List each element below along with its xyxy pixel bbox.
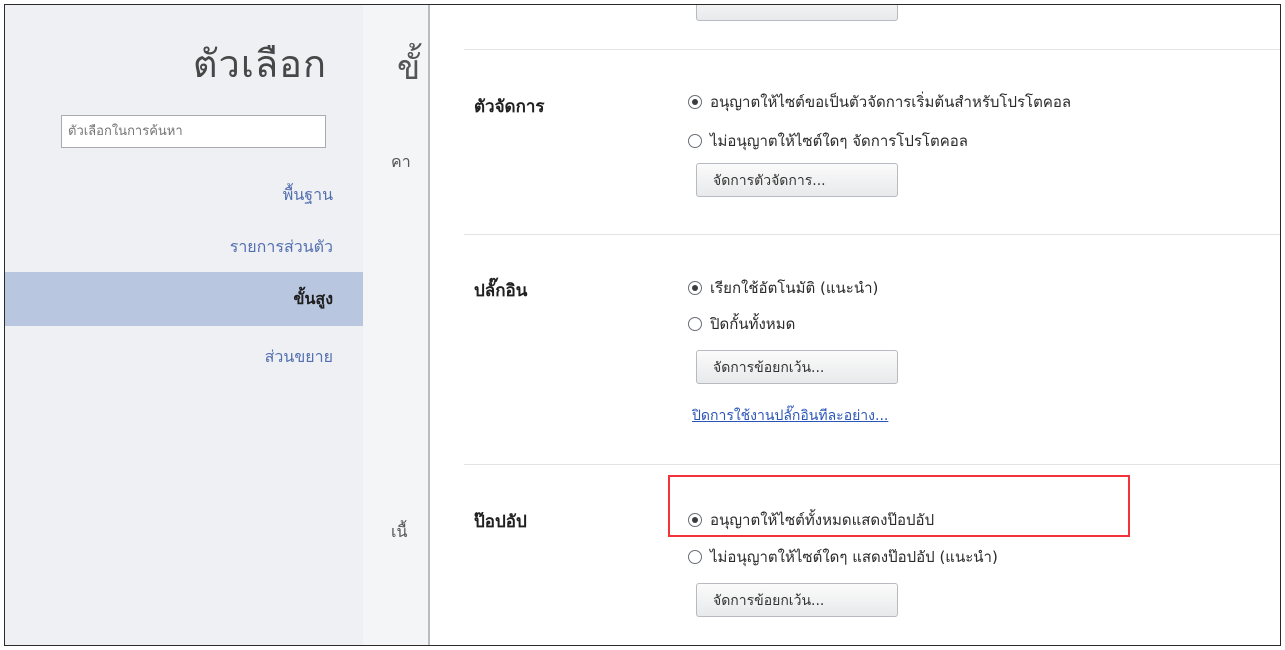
sidebar-item-advanced[interactable]: ขั้นสูง	[5, 272, 363, 326]
search-options-input[interactable]	[61, 115, 326, 148]
plugins-manage-exceptions-button[interactable]: จัดการข้อยกเว้น...	[696, 350, 898, 384]
plugins-section-title: ปลั๊กอิน	[474, 281, 528, 301]
top-cutoff-button[interactable]	[696, 5, 898, 21]
handlers-deny-option[interactable]: ไม่อนุญาตให้ไซต์ใดๆ จัดการโปรโตคอล	[688, 129, 968, 153]
page-heading-gutter: ขั้ คา เนื้	[363, 5, 429, 645]
radio-selected-icon[interactable]	[688, 281, 702, 295]
plugins-block-all-option[interactable]: ปิดกั้นทั้งหมด	[688, 312, 795, 336]
options-sidebar: ตัวเลือก พื้นฐาน รายการส่วนตัว ขั้นสูง ส…	[5, 5, 364, 645]
radio-unselected-icon[interactable]	[688, 317, 702, 331]
plugins-run-automatically-option[interactable]: เรียกใช้อัตโนมัติ (แนะนำ)	[688, 276, 878, 300]
settings-window: ตัวเลือก พื้นฐาน รายการส่วนตัว ขั้นสูง ส…	[4, 4, 1281, 646]
page-heading-fragment: ขั้	[397, 48, 421, 88]
radio-selected-icon[interactable]	[688, 95, 702, 109]
sidebar-item-extensions[interactable]: ส่วนขยาย	[5, 330, 363, 384]
section-label-fragment: คา	[391, 152, 411, 171]
popups-allow-all-option[interactable]: อนุญาตให้ไซต์ทั้งหมดแสดงป๊อปอัป	[688, 508, 934, 532]
radio-selected-icon[interactable]	[688, 513, 702, 527]
radio-unselected-icon[interactable]	[688, 550, 702, 564]
section-label-fragment: เนื้	[391, 522, 408, 541]
popups-section-title: ป๊อปอัป	[474, 512, 527, 532]
content-settings-panel: ตัวจัดการ อนุญาตให้ไซต์ขอเป็นตัวจัดการเร…	[430, 5, 1280, 645]
sidebar-item-personal-stuff[interactable]: รายการส่วนตัว	[5, 220, 363, 274]
disable-individual-plugins-link[interactable]: ปิดการใช้งานปลั๊กอินทีละอย่าง...	[692, 405, 888, 427]
popups-block-option[interactable]: ไม่อนุญาตให้ไซต์ใดๆ แสดงป๊อปอัป (แนะนำ)	[688, 545, 998, 569]
sidebar-item-basics[interactable]: พื้นฐาน	[5, 168, 363, 222]
manage-handlers-button[interactable]: จัดการตัวจัดการ...	[696, 163, 898, 197]
handlers-section-title: ตัวจัดการ	[474, 97, 545, 117]
section-divider	[464, 464, 1280, 465]
section-divider	[464, 49, 1280, 50]
handlers-allow-option[interactable]: อนุญาตให้ไซต์ขอเป็นตัวจัดการเริ่มต้นสำหร…	[688, 90, 1071, 114]
options-title: ตัวเลือก	[192, 42, 327, 86]
radio-unselected-icon[interactable]	[688, 134, 702, 148]
section-divider	[464, 234, 1280, 235]
popups-manage-exceptions-button[interactable]: จัดการข้อยกเว้น...	[696, 583, 898, 617]
